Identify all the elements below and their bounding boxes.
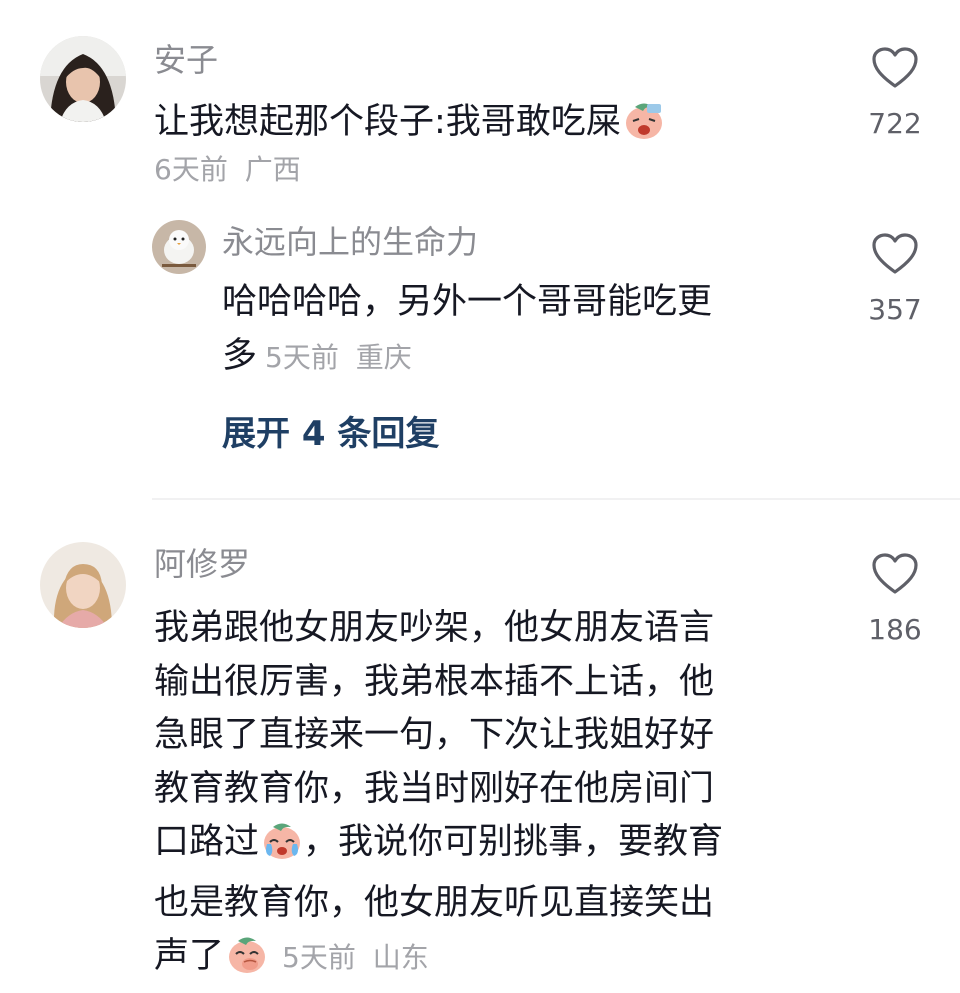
avatar[interactable] xyxy=(40,542,126,628)
comment-text: 让我想起那个段子:我哥敢吃屎 xyxy=(154,96,834,157)
comment-text-line: 急眼了直接来一句，下次让我姐好好 xyxy=(154,715,715,755)
comment-text-line: 也是教育你，他女朋友听见直接笑出 xyxy=(154,882,715,923)
reply-time: 5天前 xyxy=(265,340,339,374)
like-count: 357 xyxy=(868,293,922,326)
comment-time: 6天前 xyxy=(154,153,228,186)
peach-facepalm-emoji xyxy=(623,100,665,157)
comment-text: 我弟跟他女朋友吵架，他女朋友语言 输出很厉害，我弟根本插不上话，他 急眼了直接来… xyxy=(154,602,834,991)
avatar[interactable] xyxy=(40,36,126,122)
heart-icon xyxy=(872,47,918,88)
reply-text-line: 多 5天前 重庆 xyxy=(222,335,412,376)
reply-text: 哈哈哈哈，另外一个哥哥能吃更 多 5天前 重庆 xyxy=(222,276,842,384)
comment-text-content: 让我想起那个段子:我哥敢吃屎 xyxy=(154,102,621,142)
comment-text-line: 输出很厉害，我弟根本插不上话，他 xyxy=(154,661,715,702)
comment-username[interactable]: 阿修罗 xyxy=(154,544,250,584)
comment-text-line: 口路过 ，我说你可别挑事，要教育 xyxy=(154,816,834,877)
comment-location: 山东 xyxy=(372,941,429,974)
comment-username[interactable]: 安子 xyxy=(154,40,218,80)
reply-like-button[interactable]: 357 xyxy=(850,232,940,328)
like-count: 186 xyxy=(868,613,922,646)
comment-text-line: 教育教育你，我当时刚好在他房间门 xyxy=(154,768,715,809)
comment-location: 广西 xyxy=(244,153,301,186)
like-button[interactable]: 722 xyxy=(850,46,940,142)
comment-time: 5天前 xyxy=(282,941,356,974)
reply-username[interactable]: 永远向上的生命力 xyxy=(222,222,478,262)
reply-text-line: 哈哈哈哈，另外一个哥哥能吃更 xyxy=(222,282,713,322)
comment-text-line: 声了 5天前 山东 xyxy=(154,930,834,991)
reply-avatar[interactable] xyxy=(152,220,206,274)
comment-meta: 6天前 广西 xyxy=(154,150,301,190)
heart-icon xyxy=(872,233,918,274)
comment-text-line: 我弟跟他女朋友吵架，他女朋友语言 xyxy=(154,608,715,648)
like-button[interactable]: 186 xyxy=(850,552,940,648)
reply-location: 重庆 xyxy=(355,340,412,374)
heart-icon xyxy=(872,553,918,594)
divider xyxy=(152,498,960,500)
peach-giggle-emoji xyxy=(226,934,268,991)
expand-replies-link[interactable]: 展开 4 条回复 xyxy=(222,412,439,456)
peach-crying-emoji xyxy=(261,820,303,877)
like-count: 722 xyxy=(868,107,922,140)
